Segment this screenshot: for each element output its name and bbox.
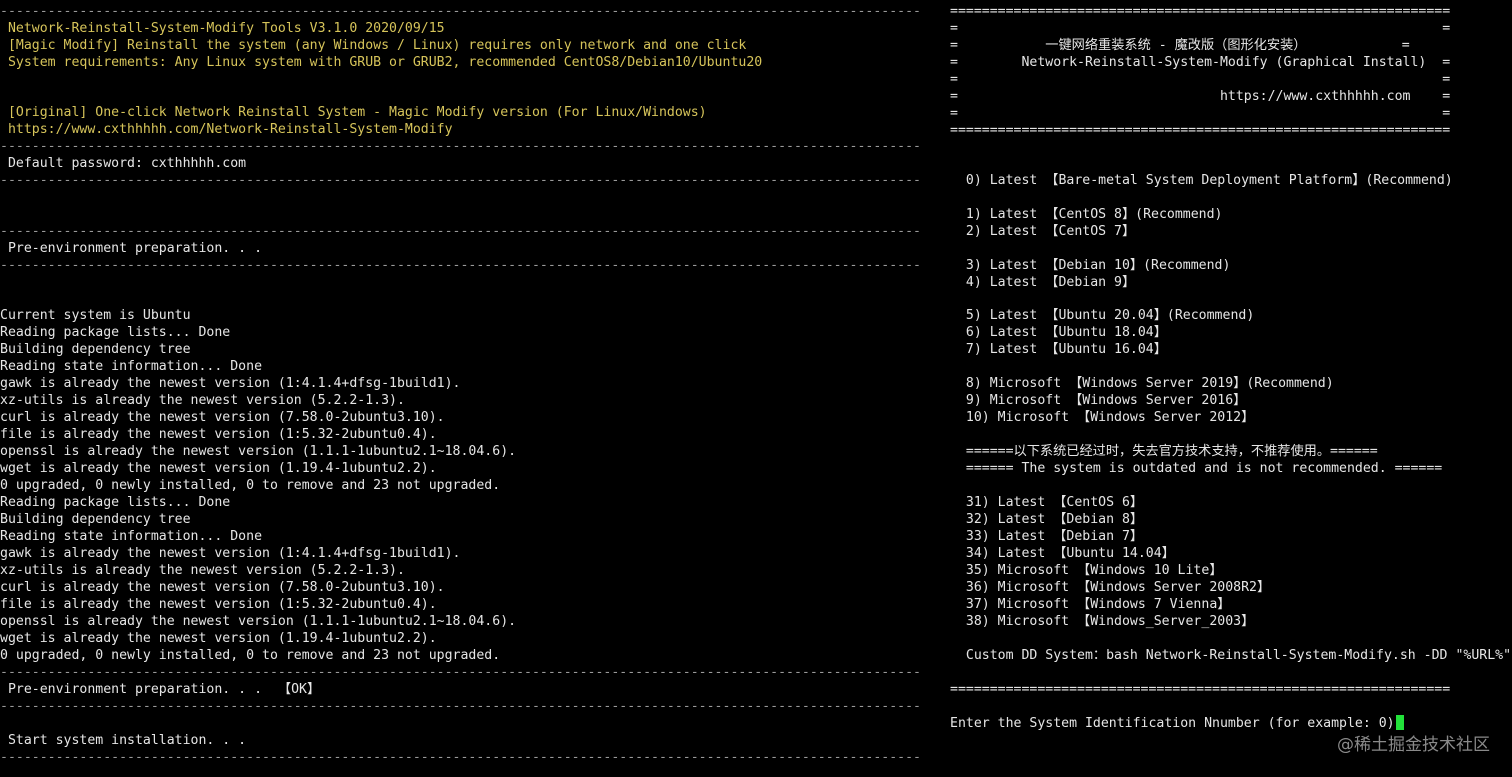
- output-line: Reading state information... Done: [0, 359, 263, 374]
- output-line: Building dependency tree: [0, 512, 191, 527]
- original-project-line: [Original] One-click Network Reinstall S…: [0, 105, 707, 120]
- menu-option-32: 32) Latest 【Debian 8】: [950, 512, 1144, 527]
- output-line: xz-utils is already the newest version (…: [0, 393, 405, 408]
- menu-option-1: 1) Latest 【CentOS 8】(Recommend): [950, 207, 1223, 222]
- separator-line: ----------------------------------------…: [0, 139, 921, 154]
- separator-line: ----------------------------------------…: [0, 665, 921, 680]
- separator-line: ----------------------------------------…: [0, 4, 921, 19]
- right-terminal-pane[interactable]: ========================================…: [948, 0, 1512, 777]
- input-prompt-line[interactable]: Enter the System Identification Nnumber …: [950, 715, 1404, 732]
- output-line: curl is already the newest version (7.58…: [0, 580, 445, 595]
- banner-line: = =: [950, 72, 1451, 87]
- separator-line: ----------------------------------------…: [0, 750, 921, 765]
- banner-title-chinese: = 一键网络重装系统 - 魔改版（图形化安装） =: [950, 38, 1410, 53]
- output-line: curl is already the newest version (7.58…: [0, 410, 445, 425]
- menu-option-6: 6) Latest 【Ubuntu 18.04】: [950, 325, 1167, 340]
- menu-option-3: 3) Latest 【Debian 10】(Recommend): [950, 258, 1231, 273]
- menu-option-36: 36) Microsoft 【Windows Server 2008R2】: [950, 580, 1271, 595]
- menu-option-5: 5) Latest 【Ubuntu 20.04】(Recommend): [950, 308, 1255, 323]
- menu-option-0: 0) Latest 【Bare-metal System Deployment …: [950, 173, 1453, 188]
- menu-option-35: 35) Microsoft 【Windows 10 Lite】: [950, 563, 1223, 578]
- menu-option-34: 34) Latest 【Ubuntu 14.04】: [950, 546, 1175, 561]
- output-line: 0 upgraded, 0 newly installed, 0 to remo…: [0, 648, 501, 663]
- menu-option-9: 9) Microsoft 【Windows Server 2016】: [950, 393, 1247, 408]
- output-line: Building dependency tree: [0, 342, 191, 357]
- banner-title-english: = Network-Reinstall-System-Modify (Graph…: [950, 55, 1451, 70]
- output-line: wget is already the newest version (1.19…: [0, 461, 437, 476]
- output-line: wget is already the newest version (1.19…: [0, 631, 437, 646]
- banner-line: = =: [950, 106, 1451, 121]
- banner-line: = =: [950, 21, 1451, 36]
- menu-option-2: 2) Latest 【CentOS 7】: [950, 224, 1136, 239]
- pre-environment-status-line: Pre-environment preparation. . .: [0, 241, 263, 256]
- separator-line: ----------------------------------------…: [0, 699, 921, 714]
- output-line: file is already the newest version (1:5.…: [0, 597, 437, 612]
- left-terminal-pane[interactable]: ----------------------------------------…: [0, 0, 936, 777]
- project-url-line: https://www.cxthhhhh.com/Network-Reinsta…: [0, 122, 453, 137]
- output-line: Reading state information... Done: [0, 529, 263, 544]
- start-installation-line: Start system installation. . .: [0, 733, 247, 748]
- output-line: openssl is already the newest version (1…: [0, 444, 517, 459]
- separator-line: ========================================…: [950, 682, 1451, 697]
- separator-line: ----------------------------------------…: [0, 258, 921, 273]
- menu-option-7: 7) Latest 【Ubuntu 16.04】: [950, 342, 1167, 357]
- output-line: Reading package lists... Done: [0, 495, 231, 510]
- output-line: 0 upgraded, 0 newly installed, 0 to remo…: [0, 478, 501, 493]
- banner-url: = https://www.cxthhhhh.com =: [950, 89, 1451, 104]
- menu-option-37: 37) Microsoft 【Windows 7 Vienna】: [950, 597, 1231, 612]
- output-line: xz-utils is already the newest version (…: [0, 563, 405, 578]
- outdated-warning-chinese: ======以下系统已经过时，失去官方技术支持，不推荐使用。======: [950, 444, 1378, 459]
- output-line: file is already the newest version (1:5.…: [0, 427, 437, 442]
- custom-dd-line: Custom DD System：bash Network-Reinstall-…: [950, 648, 1512, 663]
- banner-border-line: ========================================…: [950, 4, 1451, 19]
- banner-border-line: ========================================…: [950, 123, 1451, 138]
- output-line: openssl is already the newest version (1…: [0, 614, 517, 629]
- tool-version-line: Network-Reinstall-System-Modify Tools V3…: [0, 21, 445, 36]
- menu-option-38: 38) Microsoft 【Windows_Server_2003】: [950, 614, 1255, 629]
- output-line: Reading package lists... Done: [0, 325, 231, 340]
- system-requirements-line: System requirements: Any Linux system wi…: [0, 55, 763, 70]
- separator-line: ----------------------------------------…: [0, 224, 921, 239]
- outdated-warning-english: ====== The system is outdated and is not…: [950, 461, 1443, 476]
- input-prompt-text: Enter the System Identification Nnumber …: [950, 716, 1395, 731]
- output-line: Current system is Ubuntu: [0, 308, 191, 323]
- pre-environment-ok-line: Pre-environment preparation. . . 【OK】: [0, 682, 321, 697]
- separator-line: ----------------------------------------…: [0, 173, 921, 188]
- tool-description-line: [Magic Modify] Reinstall the system (any…: [0, 38, 747, 53]
- output-line: gawk is already the newest version (1:4.…: [0, 376, 461, 391]
- watermark: @稀土掘金技术社区: [1337, 735, 1490, 755]
- menu-option-33: 33) Latest 【Debian 7】: [950, 529, 1144, 544]
- menu-option-10: 10) Microsoft 【Windows Server 2012】: [950, 410, 1255, 425]
- output-line: gawk is already the newest version (1:4.…: [0, 546, 461, 561]
- menu-option-8: 8) Microsoft 【Windows Server 2019】(Recom…: [950, 376, 1334, 391]
- default-password-line: Default password: cxthhhhh.com: [0, 156, 247, 171]
- menu-option-31: 31) Latest 【CentOS 6】: [950, 495, 1144, 510]
- menu-option-4: 4) Latest 【Debian 9】: [950, 275, 1136, 290]
- terminal-cursor[interactable]: [1395, 715, 1404, 730]
